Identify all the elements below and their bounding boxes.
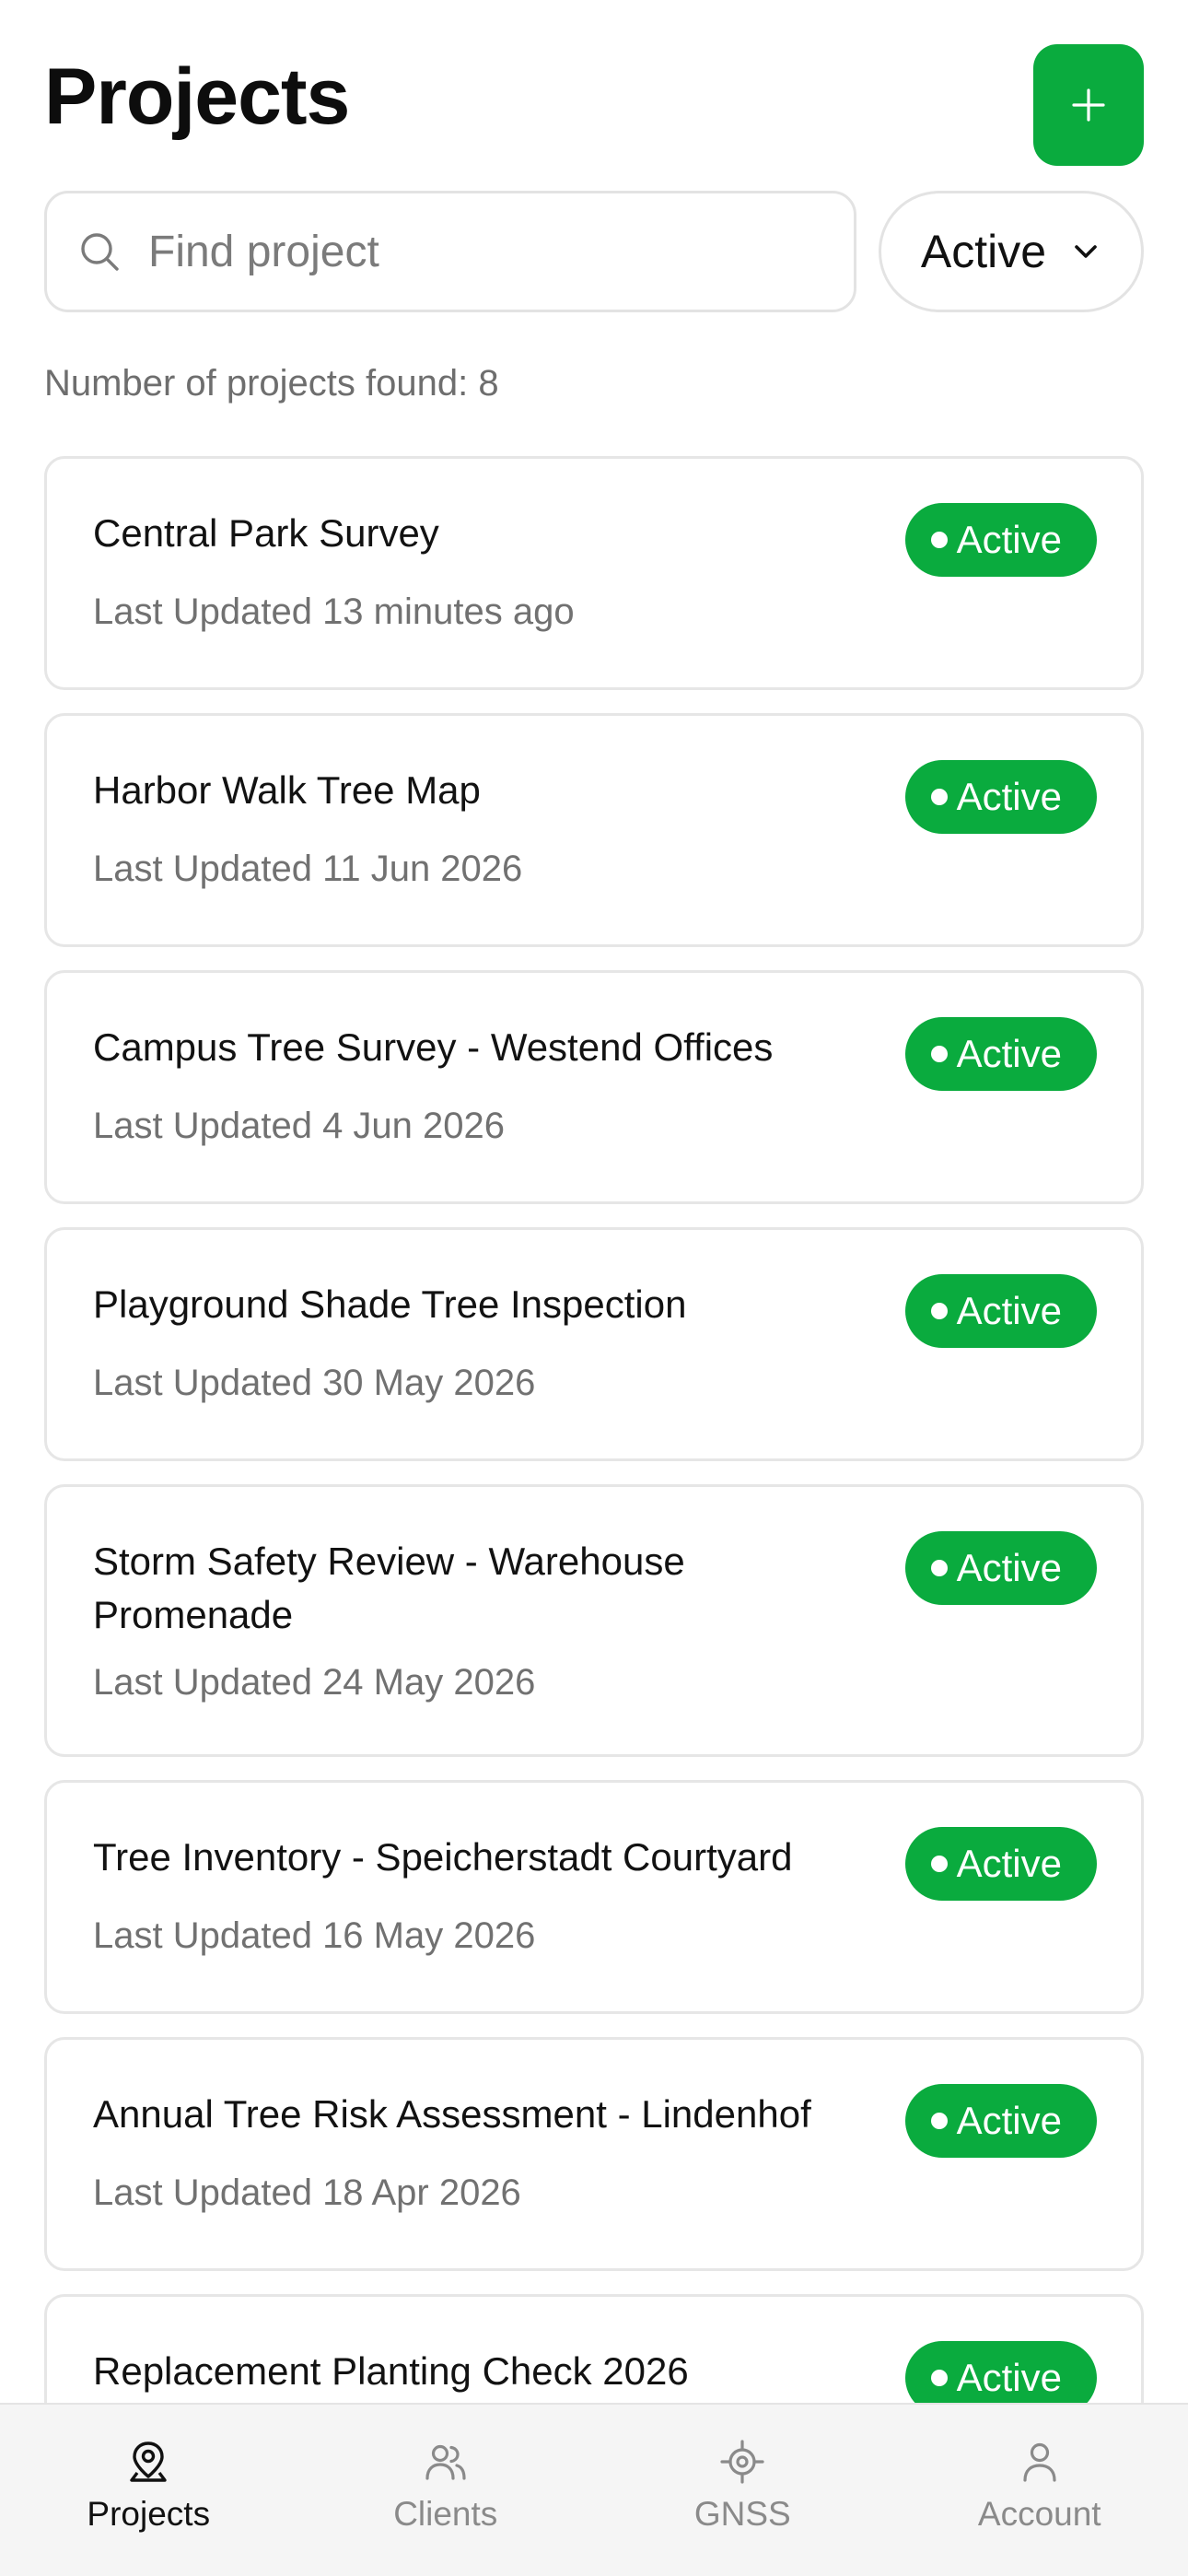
project-name: Tree Inventory - Speicherstadt Courtyard: [93, 1835, 793, 1879]
tab-gnss[interactable]: GNSS: [594, 2405, 891, 2576]
project-card[interactable]: Annual Tree Risk Assessment - Lindenhof …: [44, 2037, 1144, 2271]
status-badge: Active: [904, 760, 1097, 834]
add-project-button[interactable]: [1033, 44, 1144, 166]
project-name: Annual Tree Risk Assessment - Lindenhof: [93, 2092, 811, 2136]
page-title: Projects: [44, 53, 350, 141]
project-name: Playground Shade Tree Inspection: [93, 1282, 687, 1326]
crosshair-icon: [720, 2440, 764, 2484]
project-card[interactable]: Playground Shade Tree Inspection Last Up…: [44, 1227, 1144, 1461]
project-name: Harbor Walk Tree Map: [93, 768, 481, 812]
status-filter-value: Active: [920, 226, 1047, 277]
status-badge: Active: [904, 1274, 1097, 1348]
status-badge-label: Active: [956, 518, 1062, 561]
map-pin-icon: [130, 2441, 167, 2482]
chevron-down-icon: [1075, 245, 1097, 258]
project-last-updated: Last Updated 18 Apr 2026: [93, 2172, 521, 2213]
project-last-updated: Last Updated 13 minutes ago: [93, 591, 575, 632]
project-name: Central Park Survey: [93, 511, 439, 555]
projects-screen: Projects Active Number of projects found…: [0, 0, 1188, 2576]
status-badge: Active: [904, 1531, 1097, 1605]
tab-label: Projects: [87, 2495, 211, 2533]
status-dot-icon: [930, 1303, 948, 1319]
tab-account[interactable]: Account: [891, 2405, 1188, 2576]
status-dot-icon: [930, 2370, 948, 2386]
status-badge: Active: [904, 1827, 1097, 1901]
status-badge-label: Active: [956, 1289, 1062, 1332]
search-input[interactable]: [148, 226, 848, 277]
status-badge-label: Active: [956, 2099, 1062, 2142]
bottom-tab-bar: Projects Clients GNSS Account: [0, 2403, 1188, 2576]
status-dot-icon: [930, 532, 948, 548]
status-filter-select[interactable]: Active: [879, 191, 1144, 312]
project-name: Storm Safety Review - Warehouse Promenad…: [93, 1540, 685, 1636]
search-box[interactable]: [44, 191, 856, 312]
plus-icon: [1072, 88, 1105, 122]
status-badge: Active: [904, 503, 1097, 577]
user-icon: [1023, 2442, 1056, 2482]
tab-label: Account: [977, 2495, 1101, 2533]
status-badge-label: Active: [956, 1842, 1062, 1885]
project-name: Replacement Planting Check 2026: [93, 2349, 689, 2393]
status-badge-label: Active: [956, 1546, 1062, 1589]
project-last-updated: Last Updated 30 May 2026: [93, 1363, 536, 1403]
project-last-updated: Last Updated 11 Jun 2026: [93, 849, 523, 889]
status-dot-icon: [930, 789, 948, 805]
status-badge-label: Active: [956, 775, 1062, 818]
tab-label: GNSS: [693, 2495, 791, 2533]
status-badge-label: Active: [956, 2356, 1062, 2399]
search-icon: [81, 233, 119, 271]
status-badge: Active: [904, 1017, 1097, 1091]
tab-label: Clients: [393, 2495, 498, 2533]
project-card[interactable]: Harbor Walk Tree Map Last Updated 11 Jun…: [44, 713, 1144, 947]
project-card[interactable]: Campus Tree Survey - Westend Offices Las…: [44, 970, 1144, 1204]
status-badge-label: Active: [956, 1032, 1062, 1075]
project-last-updated: Last Updated 16 May 2026: [93, 1915, 536, 1956]
status-badge: Active: [904, 2084, 1097, 2158]
tab-clients[interactable]: Clients: [297, 2405, 595, 2576]
status-dot-icon: [930, 1046, 948, 1062]
users-icon: [425, 2444, 466, 2480]
project-last-updated: Last Updated 24 May 2026: [93, 1662, 536, 1703]
status-dot-icon: [930, 1856, 948, 1872]
project-card[interactable]: Storm Safety Review - Warehouse Promenad…: [44, 1484, 1144, 1757]
project-card[interactable]: Central Park Survey Last Updated 13 minu…: [44, 456, 1144, 690]
project-last-updated: Last Updated 4 Jun 2026: [93, 1106, 506, 1146]
result-count: Number of projects found: 8: [44, 363, 499, 404]
project-card[interactable]: Tree Inventory - Speicherstadt Courtyard…: [44, 1780, 1144, 2014]
tab-projects[interactable]: Projects: [0, 2405, 297, 2576]
project-name: Campus Tree Survey - Westend Offices: [93, 1025, 774, 1069]
status-dot-icon: [930, 2113, 948, 2129]
project-list: Central Park Survey Last Updated 13 minu…: [44, 456, 1144, 2551]
status-dot-icon: [930, 1560, 948, 1576]
